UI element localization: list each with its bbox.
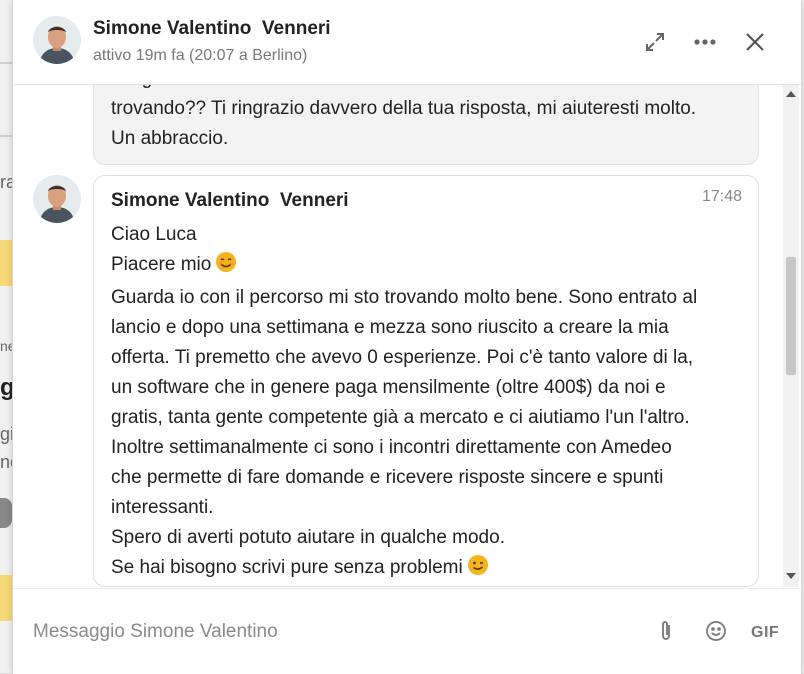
chat-header: Simone Valentino Venneri attivo 19m fa (… <box>13 0 801 85</box>
message-line: Piacere mio <box>111 250 751 283</box>
message-text: Ciao Luca Piacere mio Guarda io con il p… <box>111 220 751 586</box>
message-line: Inoltre settimanalmente ci sono i incont… <box>111 437 672 458</box>
message-line: Spero di averti potuto aiutare in qualch… <box>111 527 505 548</box>
message-line: gratis, tanta gente competente già a mer… <box>111 407 690 428</box>
winking-face-emoji <box>467 554 489 586</box>
message-line: trovando?? Ti ringrazio davvero della tu… <box>111 98 697 119</box>
message-input[interactable] <box>33 619 633 645</box>
bg-divider <box>0 62 12 64</box>
message-sender[interactable]: Simone Valentino Venneri <box>111 190 349 212</box>
message-line: offerta. Ti premetto che avevo 0 esperie… <box>111 347 694 368</box>
message-line: Ciao Luca <box>111 224 197 245</box>
avatar-image <box>33 175 81 223</box>
close-icon[interactable] <box>741 28 769 56</box>
contact-avatar[interactable] <box>33 16 81 64</box>
bg-yellow-banner <box>0 240 12 286</box>
smiling-face-emoji <box>215 251 237 283</box>
contact-status: attivo 19m fa (20:07 a Berlino) <box>93 47 308 64</box>
message-time: 17:48 <box>701 188 742 205</box>
chat-window: Simone Valentino Venneri attivo 19m fa (… <box>12 0 802 674</box>
bg-text-fragment: gi <box>0 424 12 444</box>
message-line: lancio e dopo una settimana e mezza sono… <box>111 317 669 338</box>
message-line-text: Piacere mio <box>111 254 212 275</box>
bg-text-fragment: ra <box>0 172 12 192</box>
message-line: un software che in genere paga mensilmen… <box>111 377 666 398</box>
message-text: hai già avuto modo di testarlo al 100%??… <box>111 85 751 154</box>
bg-avatar-fragment <box>0 498 12 528</box>
message-line-text: Se hai bisogno scrivi pure senza problem… <box>111 557 463 578</box>
message-line: hai già avuto modo di testarlo al 100%??… <box>111 85 751 94</box>
bg-text-fragment: ne <box>0 452 12 472</box>
attachment-icon[interactable] <box>655 619 677 643</box>
bg-yellow-banner <box>0 575 12 621</box>
bg-text-fragment: gg <box>0 374 12 401</box>
message-line: Un abbraccio. <box>111 128 229 149</box>
message-line: Se hai bisogno scrivi pure senza problem… <box>111 553 751 586</box>
avatar-image <box>33 16 81 64</box>
expand-icon[interactable] <box>641 28 669 56</box>
scroll-down-arrow-icon[interactable] <box>786 573 796 579</box>
more-icon[interactable] <box>691 28 719 56</box>
message-composer: GIF <box>13 588 801 674</box>
sender-avatar[interactable] <box>33 175 81 223</box>
message-list[interactable]: hai già avuto modo di testarlo al 100%??… <box>13 85 801 587</box>
message-bubble-outgoing: hai già avuto modo di testarlo al 100%??… <box>93 85 759 165</box>
message-scrollbar[interactable] <box>783 85 799 587</box>
gif-button[interactable]: GIF <box>749 619 781 647</box>
bg-text-fragment: ne <box>0 338 12 354</box>
contact-name[interactable]: Simone Valentino Venneri <box>93 18 331 40</box>
scrollbar-thumb[interactable] <box>786 257 796 375</box>
emoji-icon[interactable] <box>703 619 729 643</box>
message-bubble-incoming: Simone Valentino Venneri 17:48 Ciao Luca… <box>93 175 759 587</box>
message-line: Guarda io con il percorso mi sto trovand… <box>111 287 698 308</box>
message-line: che permette di fare domande e ricevere … <box>111 467 664 488</box>
message-line: interessanti. <box>111 497 214 518</box>
bg-divider <box>0 135 12 137</box>
scroll-up-arrow-icon[interactable] <box>786 91 796 97</box>
